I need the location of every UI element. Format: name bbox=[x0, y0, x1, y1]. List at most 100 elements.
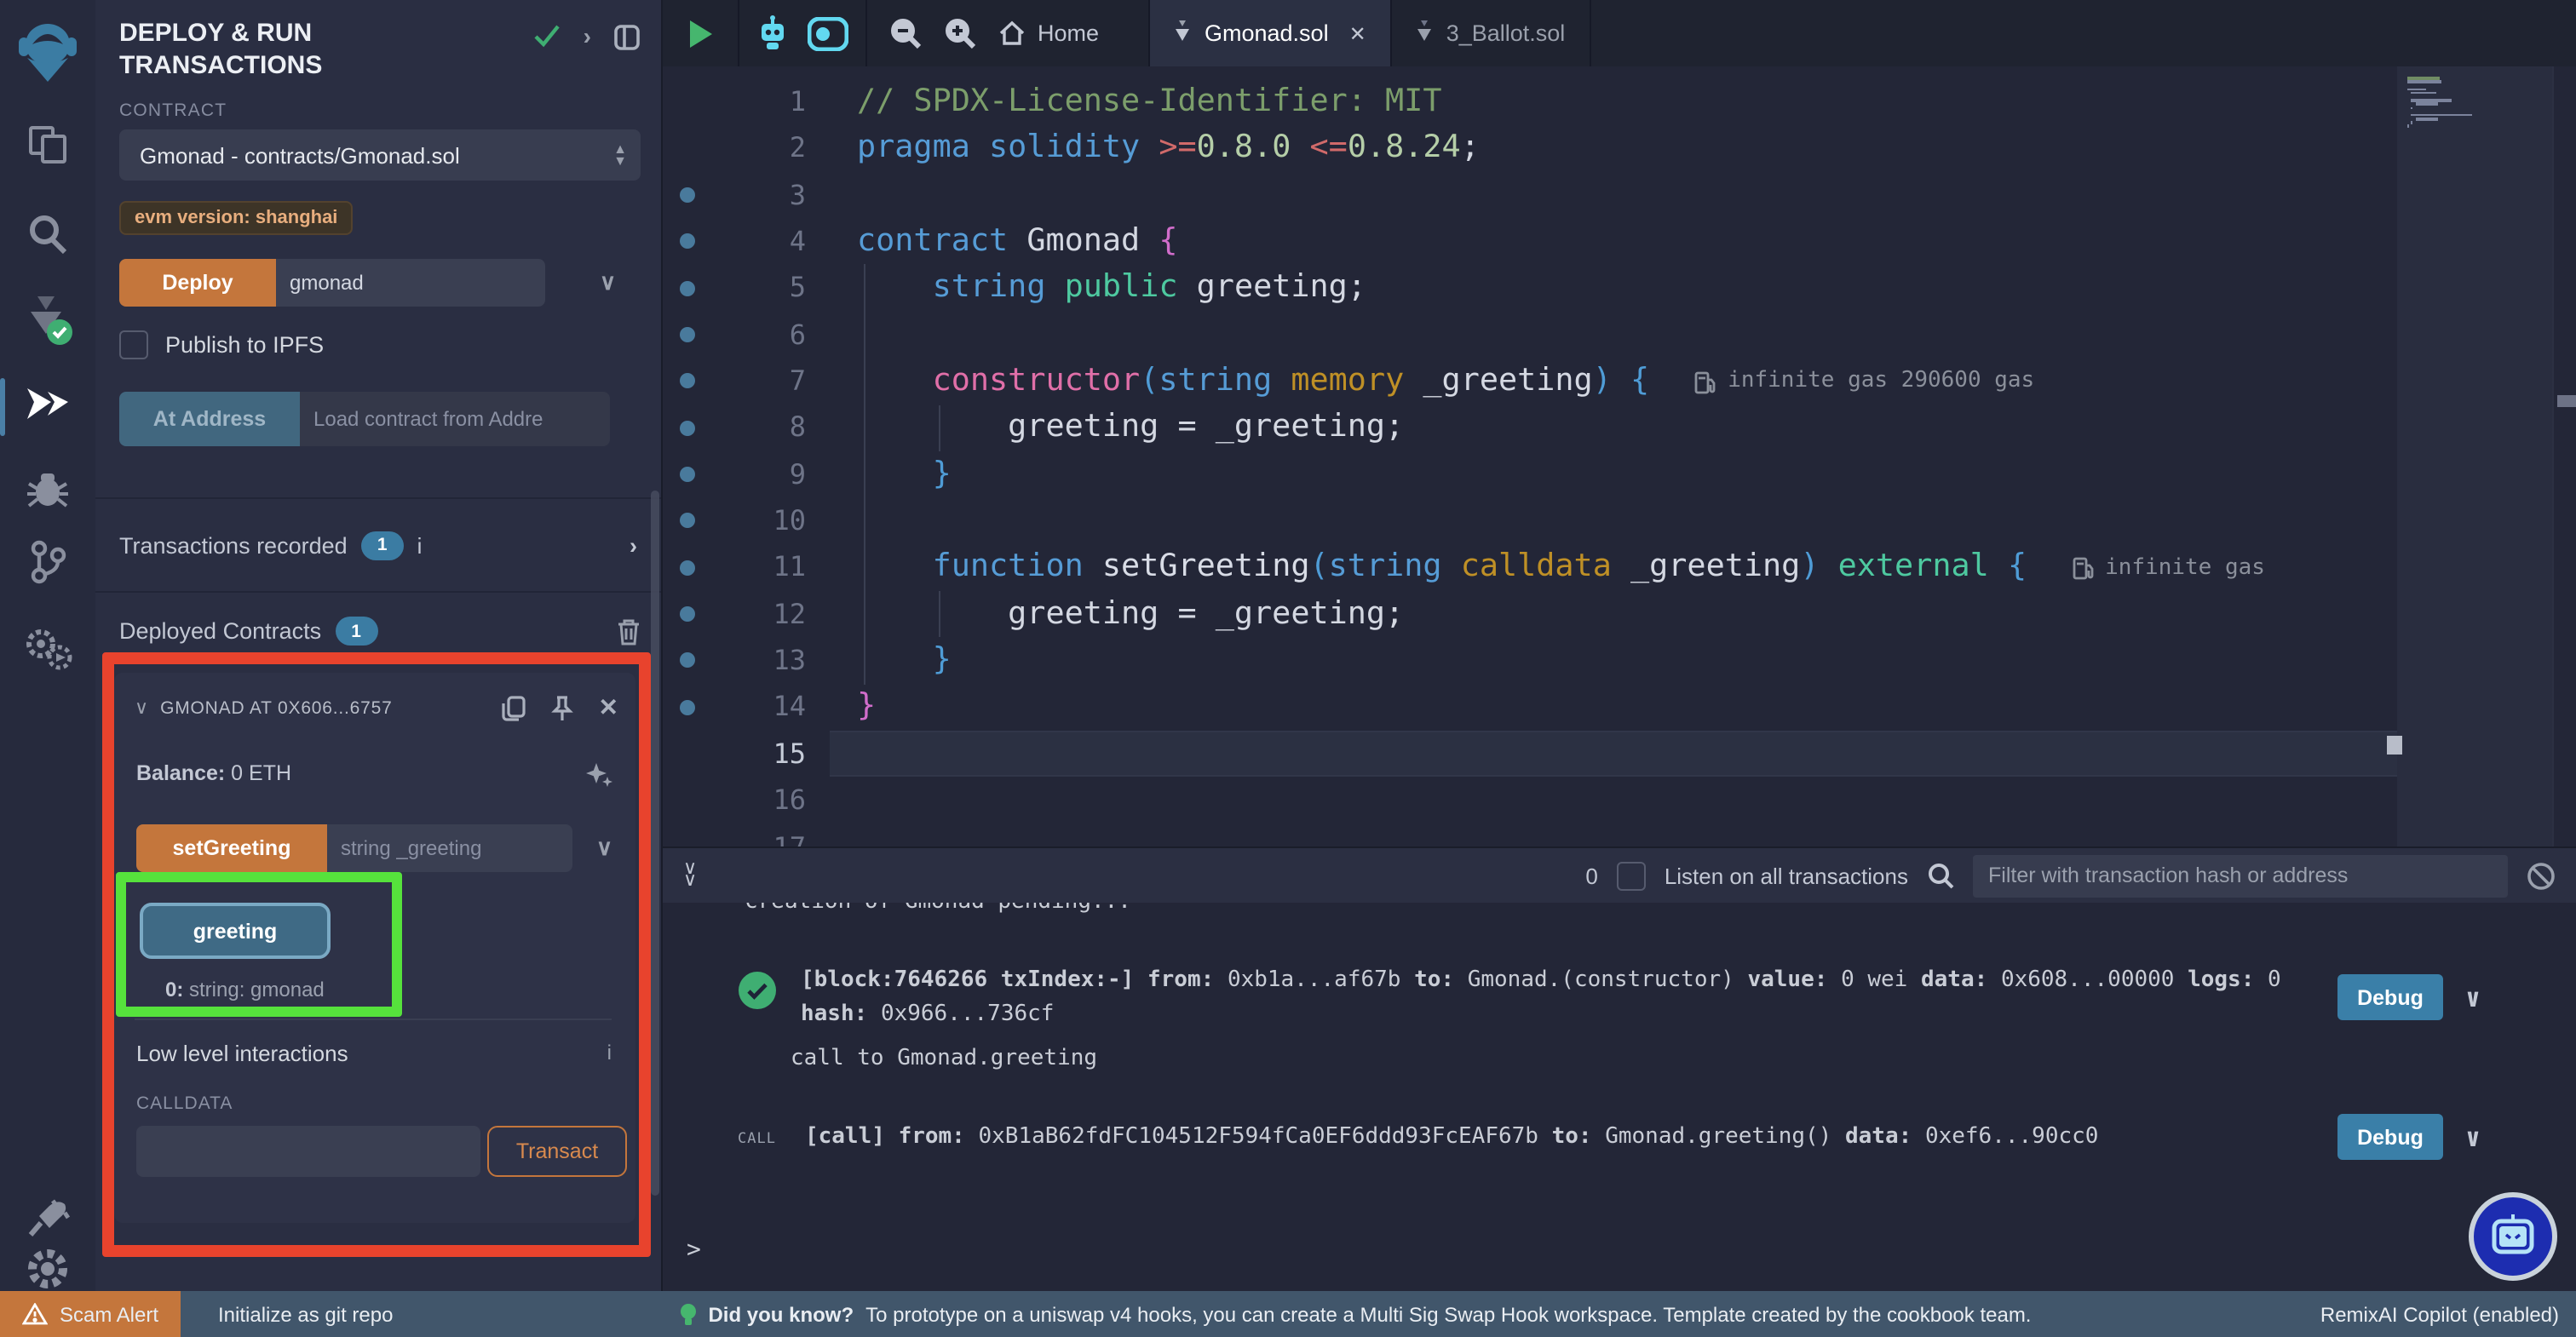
transaction-log-row[interactable]: [block:7646266 txIndex:-] from: 0xb1a...… bbox=[738, 964, 2281, 1032]
file-explorer-icon[interactable] bbox=[0, 123, 95, 167]
deploy-expand-chevron-icon[interactable]: ∨ bbox=[600, 269, 616, 296]
zoom-out-icon[interactable] bbox=[889, 17, 922, 49]
listen-all-tx-checkbox[interactable] bbox=[1617, 861, 1646, 890]
deploy-button[interactable]: Deploy bbox=[119, 259, 276, 307]
expand-tx-chevron-icon[interactable]: ∨ bbox=[2465, 983, 2481, 1013]
debug-button[interactable]: Debug bbox=[2337, 974, 2443, 1020]
greeting-button[interactable]: greeting bbox=[140, 903, 331, 959]
expand-chevron-icon[interactable]: › bbox=[630, 532, 637, 558]
panel-scrollbar[interactable] bbox=[651, 491, 659, 1196]
call-log-row[interactable]: CALL [call] from: 0xB1aB62fdFC104512F594… bbox=[738, 1121, 2098, 1155]
settings-icon[interactable] bbox=[0, 1247, 95, 1291]
remove-instance-icon[interactable]: ✕ bbox=[599, 693, 618, 722]
tx-success-check-icon bbox=[738, 964, 777, 1010]
close-tab-icon[interactable]: ✕ bbox=[1349, 21, 1366, 45]
code-line[interactable]: 16 bbox=[663, 777, 2397, 823]
publish-ipfs-checkbox[interactable] bbox=[119, 330, 148, 359]
modified-line-dot bbox=[663, 218, 710, 265]
code-line[interactable]: 8 greeting = _greeting; bbox=[663, 405, 2397, 451]
ai-assistant-robot-icon[interactable] bbox=[756, 15, 789, 51]
code-line[interactable]: 11 function setGreeting(string calldata … bbox=[663, 544, 2397, 591]
line-number: 7 bbox=[710, 358, 806, 405]
scrollbar-thumb[interactable] bbox=[2557, 395, 2576, 407]
trash-icon[interactable] bbox=[617, 617, 641, 645]
code-line[interactable]: 5 string public greeting; bbox=[663, 265, 2397, 312]
pin-icon[interactable] bbox=[551, 694, 575, 721]
ai-sparkle-icon[interactable] bbox=[584, 761, 615, 792]
code-line[interactable]: 2pragma solidity >=0.8.0 <=0.8.24; bbox=[663, 125, 2397, 172]
modified-line-dot bbox=[663, 544, 710, 591]
split-view-icon[interactable] bbox=[613, 24, 641, 51]
code-editor[interactable]: 1// SPDX-License-Identifier: MIT2pragma … bbox=[663, 66, 2576, 846]
terminal-search-icon[interactable] bbox=[1927, 862, 1954, 889]
tab-gmonad-sol[interactable]: Gmonad.sol ✕ bbox=[1150, 0, 1392, 66]
code-line[interactable]: 6 bbox=[663, 311, 2397, 358]
at-address-input[interactable] bbox=[300, 392, 610, 446]
expand-tx-chevron-icon[interactable]: ∨ bbox=[2465, 1122, 2481, 1153]
tab-home[interactable]: Home bbox=[998, 20, 1099, 46]
code-line[interactable]: 12 greeting = _greeting; bbox=[663, 591, 2397, 638]
clear-console-icon[interactable] bbox=[2527, 861, 2556, 890]
terminal-body[interactable]: creation of Gmonad pending... [block:764… bbox=[663, 903, 2576, 1291]
calldata-input[interactable] bbox=[136, 1126, 480, 1177]
copilot-status[interactable]: RemixAI Copilot (enabled) bbox=[2320, 1302, 2559, 1326]
setgreeting-button[interactable]: setGreeting bbox=[136, 824, 327, 872]
code-line[interactable]: 4contract Gmonad { bbox=[663, 218, 2397, 265]
remixai-copilot-avatar[interactable] bbox=[2469, 1192, 2557, 1281]
code-line[interactable]: 13 } bbox=[663, 637, 2397, 684]
setgreeting-expand-chevron-icon[interactable]: ∨ bbox=[596, 835, 612, 862]
copy-address-icon[interactable] bbox=[502, 694, 527, 721]
plugin-manager-icon[interactable] bbox=[0, 1196, 95, 1240]
at-address-button[interactable]: At Address bbox=[119, 392, 300, 446]
info-icon[interactable]: i bbox=[607, 1041, 612, 1066]
transactions-recorded-row[interactable]: Transactions recorded 1 i › bbox=[95, 497, 661, 593]
line-number: 2 bbox=[710, 125, 806, 172]
modified-line-dot bbox=[663, 497, 710, 544]
code-line[interactable]: 14} bbox=[663, 684, 2397, 731]
contract-select[interactable]: Gmonad - contracts/Gmonad.sol ▲▼ bbox=[119, 129, 641, 181]
collapse-chevron-icon[interactable]: ∨ bbox=[135, 697, 148, 719]
editor-scrollbar[interactable] bbox=[2552, 66, 2576, 846]
copilot-toggle-icon[interactable] bbox=[808, 16, 848, 50]
zoom-in-icon[interactable] bbox=[944, 17, 976, 49]
minimap[interactable] bbox=[2397, 66, 2552, 846]
git-init-button[interactable]: Initialize as git repo bbox=[218, 1302, 393, 1326]
solidity-compiler-icon[interactable] bbox=[0, 293, 95, 347]
listen-all-tx-label: Listen on all transactions bbox=[1665, 863, 1908, 888]
tab-ballot-sol[interactable]: 3_Ballot.sol bbox=[1392, 0, 1591, 66]
pin-panel-chevron-icon[interactable]: › bbox=[584, 24, 591, 48]
cursor-marker bbox=[2387, 736, 2402, 755]
gutter-space bbox=[663, 125, 710, 172]
code-line[interactable]: 7 constructor(string memory _greeting) {… bbox=[663, 358, 2397, 405]
scam-alert-badge[interactable]: Scam Alert bbox=[0, 1291, 181, 1337]
debug-button[interactable]: Debug bbox=[2337, 1114, 2443, 1160]
solidity-unit-testing-icon[interactable] bbox=[0, 627, 95, 671]
modified-line-dot bbox=[663, 637, 710, 684]
panel-title: DEPLOY & RUNTRANSACTIONS › bbox=[119, 17, 641, 83]
tx-filter-input[interactable] bbox=[1973, 854, 2508, 897]
tx-hash-line: hash: 0x966...736cf bbox=[801, 998, 2281, 1032]
setgreeting-arg-input[interactable] bbox=[327, 824, 572, 872]
git-icon[interactable] bbox=[0, 538, 95, 586]
code-line[interactable]: 17 bbox=[663, 823, 2397, 846]
transact-button[interactable]: Transact bbox=[487, 1126, 627, 1177]
info-icon[interactable]: i bbox=[417, 532, 423, 558]
expand-terminal-icon[interactable]: ∨∨ bbox=[683, 864, 697, 887]
code-line[interactable]: 3 bbox=[663, 171, 2397, 218]
terminal-prompt[interactable]: > bbox=[687, 1237, 701, 1264]
code-line[interactable]: 10 bbox=[663, 497, 2397, 544]
code-line[interactable]: 15 bbox=[663, 731, 2397, 778]
debugger-icon[interactable] bbox=[0, 470, 95, 511]
code-line[interactable]: 9 } bbox=[663, 451, 2397, 498]
contract-instance-title[interactable]: GMONAD AT 0X606...67579 bbox=[160, 697, 392, 718]
deploy-and-run-icon[interactable] bbox=[0, 382, 95, 426]
constructor-arg-input[interactable] bbox=[276, 259, 545, 307]
code-lines[interactable]: 1// SPDX-License-Identifier: MIT2pragma … bbox=[663, 66, 2397, 846]
modified-line-dot bbox=[663, 451, 710, 498]
run-script-button[interactable] bbox=[663, 0, 739, 66]
remix-logo[interactable] bbox=[0, 17, 95, 85]
balance-label: Balance: bbox=[136, 761, 225, 785]
modified-line-dot bbox=[663, 171, 710, 218]
code-line[interactable]: 1// SPDX-License-Identifier: MIT bbox=[663, 78, 2397, 125]
search-icon[interactable] bbox=[0, 211, 95, 255]
